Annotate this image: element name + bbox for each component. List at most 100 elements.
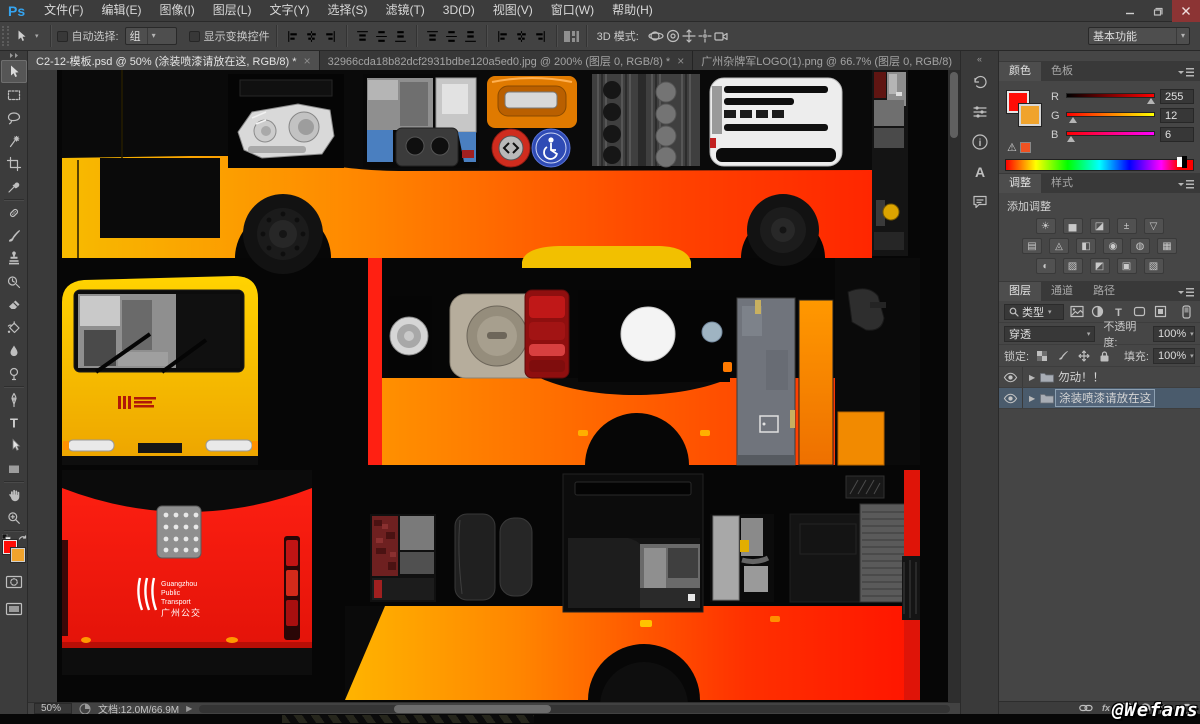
3d-pan-icon[interactable] xyxy=(681,28,697,44)
toolbar-collapse-handle[interactable] xyxy=(8,51,20,60)
red-slider-thumb[interactable] xyxy=(1147,98,1155,104)
show-transform-checkbox[interactable] xyxy=(189,31,200,42)
vibrance-icon[interactable]: ▽ xyxy=(1144,218,1164,234)
workspace-switcher[interactable]: 基本功能 ▾ xyxy=(1088,27,1190,45)
expand-triangle-icon[interactable]: ▶ xyxy=(1029,373,1035,382)
status-menu-arrow-icon[interactable]: ▶ xyxy=(186,704,192,713)
blend-mode-dropdown[interactable]: 穿透 ▾ xyxy=(1004,326,1095,342)
document-tab-2[interactable]: 32966cda18b82dcf2931bdbe120a5ed0.jpg @ 2… xyxy=(320,51,694,70)
horizontal-scrollbar[interactable] xyxy=(199,705,950,713)
color-spectrum-ramp[interactable] xyxy=(1005,159,1194,171)
threshold-icon[interactable]: ◩ xyxy=(1090,258,1110,274)
color-lookup-icon[interactable]: ▦ xyxy=(1157,238,1177,254)
3d-slide-icon[interactable] xyxy=(697,28,713,44)
menu-type[interactable]: 文字(Y) xyxy=(260,0,318,21)
menu-file[interactable]: 文件(F) xyxy=(35,0,92,21)
black-white-icon[interactable]: ◧ xyxy=(1076,238,1096,254)
filter-smart-object-icon[interactable] xyxy=(1152,305,1169,319)
lock-transparency-icon[interactable] xyxy=(1033,349,1050,363)
opacity-field[interactable]: 100% ▾ xyxy=(1153,326,1195,342)
document-tab-1[interactable]: C2-12-模板.psd @ 50% (涂装喷漆请放在这, RGB/8) * × xyxy=(28,51,320,70)
panel-menu-icon[interactable] xyxy=(1178,180,1194,189)
layer-group-row[interactable]: ▶ 涂装喷漆请放在这 xyxy=(999,388,1200,409)
channel-mixer-icon[interactable]: ◍ xyxy=(1130,238,1150,254)
lock-position-icon[interactable] xyxy=(1075,349,1092,363)
tab-channels[interactable]: 通道 xyxy=(1041,282,1083,301)
menu-help[interactable]: 帮助(H) xyxy=(603,0,662,21)
visibility-eye-icon[interactable] xyxy=(999,388,1023,408)
distribute-right-icon[interactable] xyxy=(533,29,548,44)
align-panel-toggle-icon[interactable] xyxy=(563,29,580,44)
horizontal-scrollbar-thumb[interactable] xyxy=(394,705,551,713)
levels-icon[interactable]: ▅ xyxy=(1063,218,1083,234)
layer-style-fx-icon[interactable]: fx xyxy=(1102,703,1110,713)
close-icon[interactable]: × xyxy=(304,55,311,67)
tool-rectangular-marquee[interactable] xyxy=(1,83,27,106)
tool-pen[interactable] xyxy=(1,388,27,411)
layer-name[interactable]: 涂装喷漆请放在这 xyxy=(1055,389,1155,407)
panel-menu-icon[interactable] xyxy=(1178,288,1194,297)
green-value-field[interactable]: 12 xyxy=(1160,108,1194,123)
align-left-edges-icon[interactable] xyxy=(285,29,300,44)
photo-filter-icon[interactable]: ◉ xyxy=(1103,238,1123,254)
tool-crop[interactable] xyxy=(1,152,27,175)
invert-icon[interactable]: ◐ xyxy=(1036,258,1056,274)
filter-shape-layers-icon[interactable] xyxy=(1131,305,1148,319)
tool-spot-healing[interactable] xyxy=(1,201,27,224)
align-bottom-edges-icon[interactable] xyxy=(393,29,408,44)
menu-3d[interactable]: 3D(D) xyxy=(434,0,484,21)
brightness-contrast-icon[interactable]: ☀ xyxy=(1036,218,1056,234)
character-panel-icon[interactable]: A xyxy=(967,160,993,184)
tab-paths[interactable]: 路径 xyxy=(1083,282,1125,301)
fill-field[interactable]: 100% ▾ xyxy=(1153,348,1195,364)
lock-pixels-icon[interactable] xyxy=(1054,349,1071,363)
gradient-map-icon[interactable]: ▧ xyxy=(1144,258,1164,274)
selective-color-icon[interactable]: ▣ xyxy=(1117,258,1137,274)
3d-camera-icon[interactable] xyxy=(713,28,731,44)
distribute-center-icon[interactable] xyxy=(514,29,529,44)
zoom-level-field[interactable]: 50% xyxy=(34,703,72,714)
tab-swatches[interactable]: 色板 xyxy=(1041,62,1083,81)
distribute-middle-icon[interactable] xyxy=(444,29,459,44)
tool-eraser[interactable] xyxy=(1,293,27,316)
exposure-icon[interactable]: ± xyxy=(1117,218,1137,234)
expand-triangle-icon[interactable]: ▶ xyxy=(1029,394,1035,403)
tab-color[interactable]: 颜色 xyxy=(999,62,1041,81)
blue-slider[interactable] xyxy=(1066,128,1155,142)
green-slider-thumb[interactable] xyxy=(1069,117,1077,123)
tab-layers[interactable]: 图层 xyxy=(999,282,1041,301)
menu-select[interactable]: 选择(S) xyxy=(318,0,376,21)
screen-mode-button[interactable] xyxy=(1,597,27,620)
swap-colors-icon[interactable] xyxy=(18,535,27,544)
close-icon[interactable]: × xyxy=(677,55,684,67)
panel-menu-icon[interactable] xyxy=(1178,68,1194,77)
menu-window[interactable]: 窗口(W) xyxy=(542,0,603,21)
minimize-icon[interactable] xyxy=(1116,0,1144,22)
restore-icon[interactable] xyxy=(1144,0,1172,22)
align-right-edges-icon[interactable] xyxy=(323,29,338,44)
history-panel-icon[interactable] xyxy=(967,70,993,94)
tool-blur[interactable] xyxy=(1,339,27,362)
blue-value-field[interactable]: 6 xyxy=(1160,127,1194,142)
menu-edit[interactable]: 编辑(E) xyxy=(92,0,150,21)
tool-path-selection[interactable] xyxy=(1,434,27,457)
red-value-field[interactable]: 255 xyxy=(1160,89,1194,104)
canvas-area[interactable]: Guangzhou Public Transport 广州公交 xyxy=(28,70,960,702)
options-grip[interactable] xyxy=(2,26,9,46)
tool-zoom[interactable] xyxy=(1,506,27,529)
color-balance-icon[interactable]: ◬ xyxy=(1049,238,1069,254)
filter-pixel-layers-icon[interactable] xyxy=(1068,305,1085,319)
document-tab-3[interactable]: 广州杂牌军LOGO(1).png @ 66.7% (图层 0, RGB/8) × xyxy=(693,51,975,70)
close-icon[interactable] xyxy=(1172,0,1200,22)
tool-clone-stamp[interactable] xyxy=(1,247,27,270)
link-layers-icon[interactable] xyxy=(1079,703,1093,713)
posterize-icon[interactable]: ▨ xyxy=(1063,258,1083,274)
auto-select-checkbox[interactable] xyxy=(57,31,68,42)
tool-type[interactable]: T xyxy=(1,411,27,434)
tab-adjustments[interactable]: 调整 xyxy=(999,174,1041,193)
dock-collapse-handle[interactable]: « xyxy=(977,51,982,67)
tool-dodge[interactable] xyxy=(1,362,27,385)
paragraph-panel-icon[interactable] xyxy=(967,190,993,214)
tool-magic-wand[interactable] xyxy=(1,129,27,152)
layer-name[interactable]: 勿动！！ xyxy=(1055,369,1107,385)
